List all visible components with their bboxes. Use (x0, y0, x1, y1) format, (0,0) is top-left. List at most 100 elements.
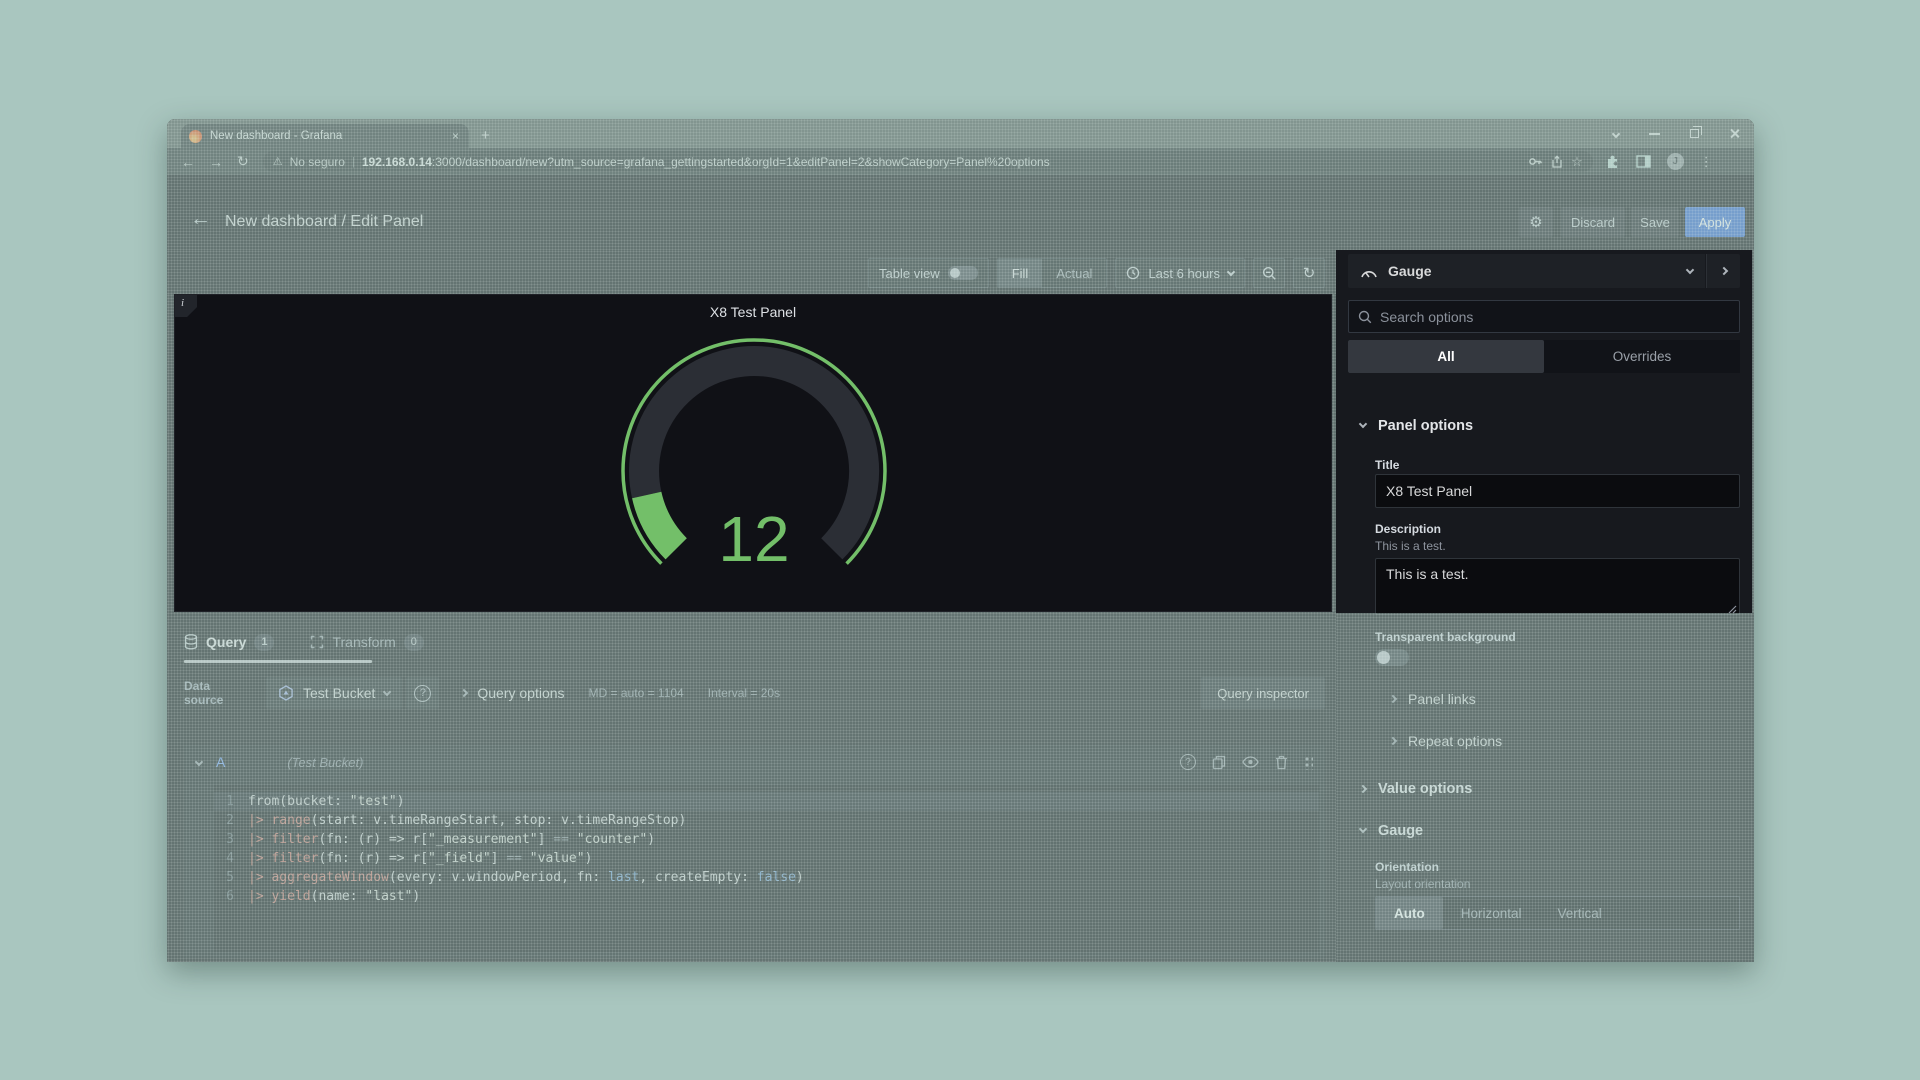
chevron-right-icon (1359, 785, 1367, 793)
code-line[interactable]: 6 |> yield(name: "last") (214, 887, 1319, 906)
tab-search-icon[interactable] (1612, 129, 1620, 137)
flux-code-editor[interactable]: 1from(bucket: "test")2 |> range(start: v… (214, 785, 1319, 952)
breadcrumb: New dashboard / Edit Panel (225, 213, 423, 231)
description-helper: This is a test. (1375, 539, 1446, 553)
table-view-toggle[interactable]: Table view (868, 258, 989, 288)
discard-button[interactable]: Discard (1561, 207, 1625, 237)
transform-icon (310, 635, 324, 649)
code-line[interactable]: 1from(bucket: "test") (214, 792, 1319, 811)
chevron-down-icon (1686, 265, 1694, 273)
transparent-background-label: Transparent background (1375, 630, 1516, 644)
description-textarea[interactable]: This is a test. (1375, 558, 1740, 615)
time-range-label: Last 6 hours (1148, 266, 1220, 281)
zoom-out-button[interactable] (1253, 258, 1285, 288)
refresh-icon: ↻ (1303, 264, 1316, 282)
tab-title: New dashboard - Grafana (210, 130, 442, 142)
orientation-auto-button[interactable]: Auto (1376, 897, 1443, 929)
settings-gear-button[interactable]: ⚙ (1519, 207, 1553, 237)
search-icon (1358, 310, 1372, 324)
code-line[interactable]: 3 |> filter(fn: (r) => r["_measurement"]… (214, 830, 1319, 849)
fill-button[interactable]: Fill (998, 259, 1043, 287)
gauge-section-label: Gauge (1378, 823, 1423, 839)
gauge-section-header[interactable]: Gauge (1360, 823, 1423, 839)
line-number: 1 (214, 792, 248, 811)
panel-links-collapse[interactable]: Panel links (1390, 691, 1476, 707)
query-options-collapse[interactable]: Query options MD = auto = 1104 Interval … (461, 685, 780, 701)
query-options-label: Query options (477, 685, 564, 701)
tab-query[interactable]: Query 1 (184, 634, 274, 651)
code-line[interactable]: 2 |> range(start: v.timeRangeStart, stop… (214, 811, 1319, 830)
collapse-pane-button[interactable] (1706, 254, 1740, 288)
tab-all[interactable]: All (1348, 340, 1544, 373)
orientation-vertical-button[interactable]: Vertical (1540, 897, 1620, 929)
query-inspector-button[interactable]: Query inspector (1201, 677, 1325, 709)
url-input[interactable]: ⚠ No seguro | 192.168.0.14:3000/dashboar… (263, 151, 1593, 172)
bookmark-star-icon[interactable]: ☆ (1571, 154, 1583, 170)
apply-button[interactable]: Apply (1685, 207, 1745, 237)
code-line[interactable]: 5 |> aggregateWindow(every: v.windowPeri… (214, 868, 1319, 887)
query-ref-id: A (216, 754, 225, 770)
reload-icon[interactable]: ↻ (237, 153, 249, 170)
orientation-label: Orientation (1375, 860, 1439, 874)
panel-title: X8 Test Panel (175, 304, 1331, 320)
datasource-help-button[interactable]: ? (406, 677, 439, 709)
code-text: |> yield(name: "last") (248, 887, 420, 906)
tab-close-icon[interactable]: × (450, 129, 461, 143)
forward-icon[interactable]: → (209, 154, 223, 170)
disable-query-eye-icon[interactable] (1242, 756, 1259, 768)
minimize-icon[interactable] (1649, 133, 1660, 135)
profile-avatar[interactable]: J (1667, 153, 1684, 170)
repeat-options-collapse[interactable]: Repeat options (1390, 733, 1502, 749)
new-tab-button[interactable]: + (481, 127, 490, 144)
delete-query-trash-icon[interactable] (1275, 755, 1288, 770)
chevron-down-icon (1359, 825, 1367, 833)
extensions-puzzle-icon[interactable] (1605, 154, 1620, 169)
search-input[interactable] (1380, 309, 1710, 325)
browser-tab[interactable]: New dashboard - Grafana × (181, 124, 469, 148)
table-view-label: Table view (879, 266, 940, 281)
datasource-row: Data source Test Bucket ? Query options … (184, 677, 1325, 709)
orientation-radio-group: Auto Horizontal Vertical (1375, 896, 1740, 930)
back-to-dashboard-icon[interactable]: ← (190, 207, 211, 231)
panel-options-header[interactable]: Panel options (1360, 418, 1473, 434)
zoom-out-icon (1262, 266, 1277, 281)
datasource-picker[interactable]: Test Bucket (266, 677, 402, 709)
close-window-icon[interactable] (1729, 128, 1740, 139)
transparent-background-switch[interactable] (1375, 649, 1409, 666)
value-options-header[interactable]: Value options (1360, 781, 1472, 797)
grafana-favicon-icon (189, 130, 202, 143)
address-bar: ← → ↻ ⚠ No seguro | 192.168.0.14:3000/da… (167, 148, 1754, 175)
options-search[interactable] (1348, 300, 1740, 333)
query-row-header[interactable]: A (Test Bucket) (184, 745, 1325, 779)
orientation-horizontal-button[interactable]: Horizontal (1443, 897, 1540, 929)
code-lines: 1from(bucket: "test")2 |> range(start: v… (214, 792, 1319, 906)
actual-button[interactable]: Actual (1042, 259, 1106, 287)
back-icon[interactable]: ← (181, 154, 195, 170)
visualization-picker[interactable]: Gauge (1348, 254, 1705, 288)
tab-overrides[interactable]: Overrides (1544, 340, 1740, 373)
share-icon[interactable] (1550, 155, 1564, 169)
drag-handle-icon[interactable] (1304, 755, 1313, 770)
tab-transform[interactable]: Transform 0 (310, 634, 423, 651)
chevron-right-icon (1719, 267, 1727, 275)
password-key-icon[interactable] (1528, 154, 1543, 169)
title-label: Title (1375, 458, 1399, 472)
code-line[interactable]: 4 |> filter(fn: (r) => r["_field"] == "v… (214, 849, 1319, 868)
line-number: 2 (214, 811, 248, 830)
duplicate-query-icon[interactable] (1212, 755, 1226, 770)
save-button[interactable]: Save (1631, 207, 1679, 237)
refresh-button[interactable]: ↻ (1293, 258, 1325, 288)
panel-title-input[interactable] (1375, 474, 1740, 508)
restore-icon[interactable] (1690, 129, 1699, 138)
gauge-panel[interactable]: i X8 Test Panel 12 (174, 294, 1332, 612)
side-panel-icon[interactable] (1636, 154, 1651, 169)
browser-menu-icon[interactable]: ⋮ (1700, 154, 1713, 170)
query-help-icon[interactable]: ? (1180, 754, 1196, 770)
url-host: 192.168.0.14 (362, 155, 432, 169)
code-text: |> range(start: v.timeRangeStart, stop: … (248, 811, 686, 830)
security-label: No seguro (290, 155, 345, 169)
table-view-switch[interactable] (948, 266, 978, 280)
resize-handle-icon[interactable] (1728, 605, 1737, 614)
time-range-picker[interactable]: Last 6 hours (1115, 258, 1245, 288)
collapse-query-icon[interactable] (195, 758, 203, 766)
